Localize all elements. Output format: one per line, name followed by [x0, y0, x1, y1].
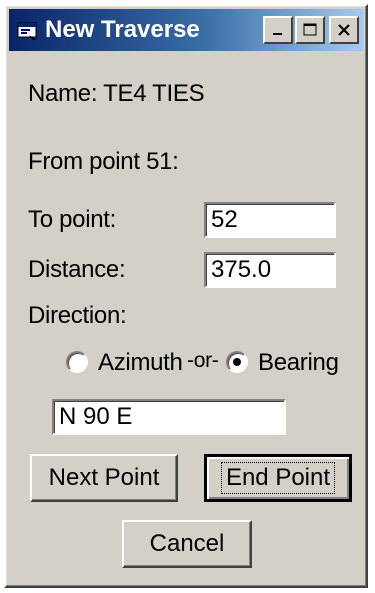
next-point-label: Next Point [48, 464, 160, 491]
window-title: New Traverse [45, 16, 200, 43]
azimuth-radio[interactable] [66, 351, 88, 373]
direction-input[interactable]: N 90 E [52, 399, 286, 435]
cancel-label: Cancel [149, 530, 225, 557]
close-icon [338, 24, 350, 36]
direction-label: Direction: [28, 302, 127, 329]
next-point-button[interactable]: Next Point [30, 454, 178, 502]
minimize-icon [273, 33, 282, 35]
traverse-name-label: Name: TE4 TIES [28, 80, 205, 107]
maximize-button[interactable] [295, 16, 325, 44]
distance-input[interactable]: 375.0 [204, 252, 336, 288]
to-point-label: To point: [28, 206, 117, 233]
end-point-button[interactable]: End Point [204, 454, 352, 502]
radio-selected-dot [233, 358, 241, 366]
end-point-label: End Point [220, 462, 336, 494]
app-icon [17, 20, 39, 40]
azimuth-label[interactable]: Azimuth [98, 349, 183, 377]
to-point-input[interactable]: 52 [204, 202, 336, 238]
minimize-button[interactable] [263, 16, 293, 44]
from-point-label: From point 51: [28, 148, 179, 175]
close-button[interactable] [329, 16, 359, 44]
distance-label: Distance: [28, 256, 126, 283]
bearing-label[interactable]: Bearing [258, 349, 339, 377]
or-label: -or- [187, 349, 219, 372]
title-bar[interactable]: New Traverse [9, 9, 363, 51]
bearing-radio[interactable] [226, 351, 248, 373]
maximize-icon [303, 23, 317, 36]
cancel-button[interactable]: Cancel [122, 520, 252, 568]
new-traverse-dialog: New Traverse Name: TE4 TIES From point 5… [4, 4, 368, 588]
